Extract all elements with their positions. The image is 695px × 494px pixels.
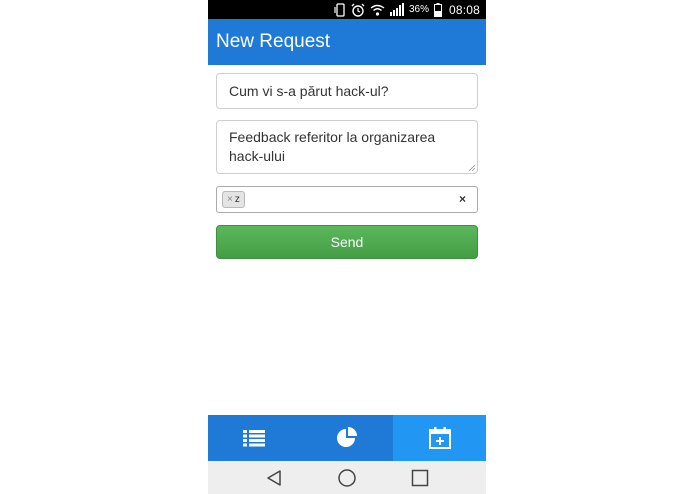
nav-tab-list[interactable] bbox=[208, 415, 301, 461]
back-icon[interactable] bbox=[265, 469, 283, 487]
title-input[interactable]: Cum vi s-a părut hack-ul? bbox=[216, 73, 478, 109]
tag-select[interactable]: × z × bbox=[216, 186, 478, 213]
signal-icon bbox=[389, 3, 404, 16]
system-nav-bar bbox=[208, 461, 486, 494]
bottom-nav bbox=[208, 415, 486, 461]
description-textarea[interactable]: Feedback referitor la organizarea hack-u… bbox=[216, 120, 478, 174]
pie-chart-icon bbox=[337, 427, 357, 447]
send-button[interactable]: Send bbox=[216, 225, 478, 259]
nav-tab-stats[interactable] bbox=[300, 415, 394, 461]
status-time: 08:08 bbox=[448, 2, 480, 17]
nav-tab-new-request[interactable] bbox=[393, 415, 486, 461]
calendar-add-icon bbox=[428, 427, 451, 449]
recents-icon[interactable] bbox=[411, 469, 429, 487]
page-title: New Request bbox=[216, 31, 331, 52]
resize-grip-icon[interactable] bbox=[469, 165, 475, 171]
list-icon bbox=[243, 430, 266, 447]
description-value: Feedback referitor la organizarea hack-u… bbox=[229, 129, 436, 164]
battery-icon bbox=[433, 2, 442, 17]
clear-tags-button[interactable]: × bbox=[459, 192, 466, 206]
status-bar: 36% 08:08 bbox=[208, 0, 486, 19]
wifi-icon bbox=[370, 4, 385, 16]
home-icon[interactable] bbox=[337, 468, 357, 488]
title-input-value: Cum vi s-a părut hack-ul? bbox=[229, 83, 389, 99]
app-bar: New Request bbox=[208, 19, 486, 65]
tag-remove-icon[interactable]: × bbox=[227, 194, 233, 205]
phone-screen: 36% 08:08 New Request Cum vi s-a părut h… bbox=[208, 0, 486, 494]
battery-percent: 36% bbox=[408, 4, 429, 15]
tag-label: z bbox=[234, 194, 240, 205]
rotation-lock-icon bbox=[334, 2, 346, 17]
send-button-label: Send bbox=[330, 234, 364, 250]
tag-chip: × z bbox=[222, 191, 245, 208]
alarm-icon bbox=[351, 3, 365, 17]
